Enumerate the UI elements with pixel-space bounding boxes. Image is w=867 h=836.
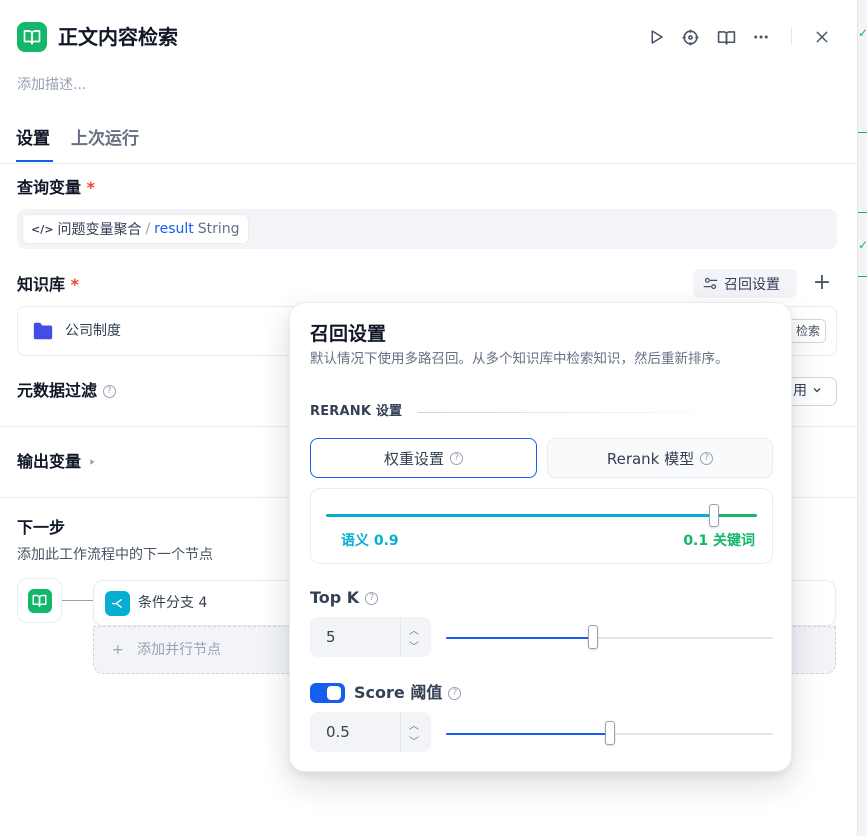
stepper-divider [400,712,401,752]
more-horizontal-icon [754,35,768,39]
score-slider-fill [446,733,610,735]
top-k-input[interactable]: 5 ︿ ﹀ [310,617,431,657]
variable-node-name: 问题变量聚合 [57,222,142,238]
next-step-label: 下一步 [17,518,66,537]
chevron-down-icon [814,388,821,393]
output-variables-toggle[interactable]: 输出变量 [17,451,97,473]
close-icon [816,31,828,43]
current-node-block [17,578,62,623]
popover-description: 默认情况下使用多路召回。从多个知识库中检索知识，然后重新排序。 [310,351,729,367]
required-mark: * [86,178,95,197]
folder-icon [33,322,53,340]
score-threshold-value: 0.5 [326,723,350,741]
tab-settings[interactable]: 设置 [16,126,50,152]
variable-separator: / [145,221,151,237]
code-icon: </> [31,222,54,236]
recall-settings-popover: 召回设置 默认情况下使用多路召回。从多个知识库中检索知识，然后重新排序。 RER… [289,302,792,772]
semantic-weight-track [326,514,710,517]
plus-icon: + [112,642,124,658]
help-circle-icon: ? [450,451,463,465]
locate-node-button[interactable] [677,24,703,50]
play-icon [651,30,663,44]
semantic-weight-label: 语义 0.9 [341,533,399,549]
help-circle-icon: ? [102,385,116,398]
heading-rule [418,412,728,413]
score-threshold-slider[interactable] [446,721,773,745]
crosshair-icon [682,29,698,45]
plus-icon: + [812,270,832,295]
book-open-icon [17,22,47,52]
knowledge-label: 知识库 * [17,275,79,294]
variable-chip[interactable]: </> 问题变量聚合 / result String [22,214,249,244]
description-input[interactable]: 添加描述... [17,74,86,94]
weight-settings-tab[interactable]: 权重设置 ? [310,438,537,478]
increment-button[interactable]: ︿ [409,717,419,732]
top-k-label: Top K ? [310,587,379,609]
score-threshold-toggle[interactable] [310,683,345,703]
help-circle-icon: ? [448,686,462,700]
branch-icon [105,591,130,616]
metadata-filter-label: 元数据过滤 ? [17,380,116,402]
run-button[interactable] [643,24,669,50]
recall-settings-label: 召回设置 [724,276,780,293]
tab-divider [0,163,857,164]
decrement-button[interactable]: ﹀ [409,638,419,653]
active-tab-indicator [16,160,53,162]
book-icon [717,30,735,45]
score-threshold-label: Score 阈值 ? [354,682,462,704]
caret-right-icon [89,459,95,465]
weight-settings-label: 权重设置 [383,449,444,468]
check-icon: ✓ [858,238,867,252]
canvas-edge [857,0,867,836]
close-button[interactable] [809,24,835,50]
variable-type: String [197,221,240,237]
more-options-button[interactable] [748,24,774,50]
add-parallel-node-label: + 添加并行节点 [112,642,222,658]
keyword-weight-label: 0.1 关键词 [683,533,755,549]
retrieval-mode-badge: 检索 [786,319,826,343]
keyword-weight-track [717,514,757,517]
settings-sliders-icon [703,277,718,290]
stepper-divider [400,617,401,657]
book-open-icon [27,588,52,613]
edge-line [858,212,867,213]
check-icon: ✓ [858,26,867,40]
toolbar-divider [791,27,792,45]
weight-slider-box [310,488,773,564]
add-knowledge-button[interactable]: + [810,272,834,296]
rerank-model-tab[interactable]: Rerank 模型 ? [547,438,773,478]
edge-line [858,132,867,133]
weight-slider-handle[interactable] [708,504,719,527]
knowledge-item-name: 公司制度 [65,323,121,339]
edge-line [858,276,867,277]
tab-last-run[interactable]: 上次运行 [71,126,139,152]
query-variable-label: 查询变量 * [17,178,95,197]
required-mark: * [70,275,79,294]
next-step-subtitle: 添加此工作流程中的下一个节点 [17,547,213,563]
top-k-value: 5 [326,628,336,646]
rerank-model-label: Rerank 模型 [606,449,695,468]
toggle-knob [327,686,341,700]
node-connector [62,600,94,601]
rerank-heading: RERANK 设置 [310,404,403,419]
help-circle-icon: ? [365,591,379,605]
score-threshold-input[interactable]: 0.5 ︿ ﹀ [310,712,431,752]
increment-button[interactable]: ︿ [409,622,419,637]
help-circle-icon: ? [700,451,714,465]
score-slider-handle[interactable] [604,721,615,745]
recall-settings-button[interactable]: 召回设置 [693,269,797,298]
top-k-slider-fill [446,637,594,639]
top-k-slider-handle[interactable] [588,625,599,649]
popover-title: 召回设置 [310,323,387,345]
next-node-name: 条件分支 4 [138,595,208,611]
variable-name: result [154,221,194,237]
page-title: 正文内容检索 [58,25,178,49]
top-k-slider[interactable] [446,625,773,649]
help-docs-button[interactable] [713,24,739,50]
decrement-button[interactable]: ﹀ [409,733,419,748]
